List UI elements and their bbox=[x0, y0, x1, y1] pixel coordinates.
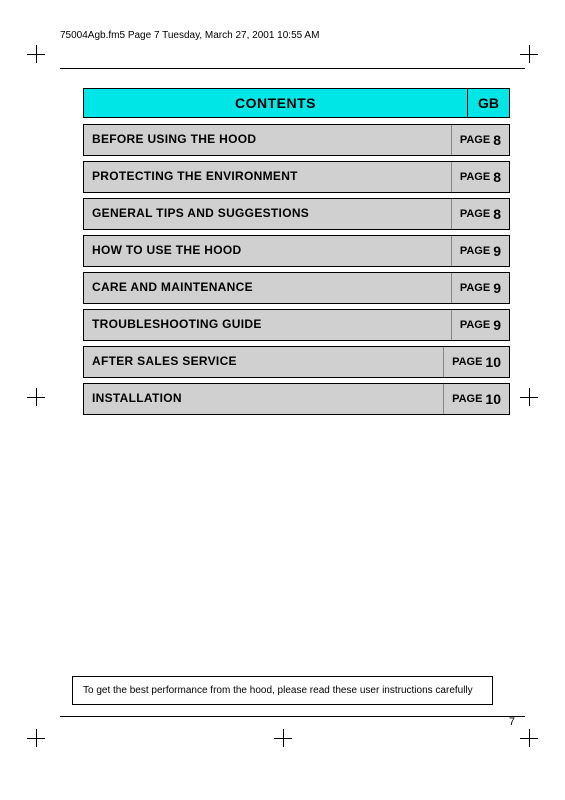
crosshair-top-right bbox=[520, 45, 538, 63]
crosshair-bottom-center bbox=[274, 729, 292, 747]
toc-label-4: CARE AND MAINTENANCE bbox=[84, 273, 451, 303]
toc-page-2: PAGE 8 bbox=[451, 199, 509, 229]
contents-header: CONTENTS GB bbox=[83, 88, 510, 118]
page: 75004Agb.fm5 Page 7 Tuesday, March 27, 2… bbox=[0, 0, 565, 800]
crosshair-mid-left bbox=[27, 388, 45, 406]
toc-page-num-7: 10 bbox=[485, 391, 501, 407]
toc-page-num-4: 9 bbox=[493, 280, 501, 296]
toc-row-1: PROTECTING THE ENVIRONMENTPAGE 8 bbox=[83, 161, 510, 193]
toc-row-4: CARE AND MAINTENANCEPAGE 9 bbox=[83, 272, 510, 304]
header-filename: 75004Agb.fm5 Page 7 Tuesday, March 27, 2… bbox=[60, 30, 319, 41]
toc-page-1: PAGE 8 bbox=[451, 162, 509, 192]
bottom-divider bbox=[60, 716, 525, 717]
toc-page-label-2: PAGE bbox=[460, 208, 490, 220]
toc-row-7: INSTALLATIONPAGE 10 bbox=[83, 383, 510, 415]
toc-page-4: PAGE 9 bbox=[451, 273, 509, 303]
toc-container: BEFORE USING THE HOODPAGE 8PROTECTING TH… bbox=[83, 124, 510, 420]
toc-row-5: TROUBLESHOOTING GUIDEPAGE 9 bbox=[83, 309, 510, 341]
toc-page-num-6: 10 bbox=[485, 354, 501, 370]
contents-gb-label: GB bbox=[467, 89, 509, 117]
toc-page-num-2: 8 bbox=[493, 206, 501, 222]
toc-page-label-3: PAGE bbox=[460, 245, 490, 257]
toc-label-1: PROTECTING THE ENVIRONMENT bbox=[84, 162, 451, 192]
toc-page-num-5: 9 bbox=[493, 317, 501, 333]
contents-title: CONTENTS bbox=[84, 89, 467, 117]
toc-page-label-0: PAGE bbox=[460, 134, 490, 146]
toc-page-num-3: 9 bbox=[493, 243, 501, 259]
footer-note-text: To get the best performance from the hoo… bbox=[83, 685, 473, 696]
crosshair-bottom-left bbox=[27, 729, 45, 747]
toc-label-2: GENERAL TIPS AND SUGGESTIONS bbox=[84, 199, 451, 229]
crosshair-mid-right bbox=[520, 388, 538, 406]
toc-label-0: BEFORE USING THE HOOD bbox=[84, 125, 451, 155]
toc-label-6: AFTER SALES SERVICE bbox=[84, 347, 443, 377]
toc-page-5: PAGE 9 bbox=[451, 310, 509, 340]
crosshair-bottom-right bbox=[520, 729, 538, 747]
toc-row-6: AFTER SALES SERVICEPAGE 10 bbox=[83, 346, 510, 378]
toc-row-2: GENERAL TIPS AND SUGGESTIONSPAGE 8 bbox=[83, 198, 510, 230]
toc-page-label-4: PAGE bbox=[460, 282, 490, 294]
toc-page-label-1: PAGE bbox=[460, 171, 490, 183]
header-text: 75004Agb.fm5 Page 7 Tuesday, March 27, 2… bbox=[60, 30, 525, 41]
crosshair-top-left bbox=[27, 45, 45, 63]
toc-page-label-7: PAGE bbox=[452, 393, 482, 405]
toc-row-0: BEFORE USING THE HOODPAGE 8 bbox=[83, 124, 510, 156]
footer-note: To get the best performance from the hoo… bbox=[72, 676, 493, 705]
toc-page-num-0: 8 bbox=[493, 132, 501, 148]
page-number: 7 bbox=[509, 716, 515, 728]
toc-page-7: PAGE 10 bbox=[443, 384, 509, 414]
toc-page-6: PAGE 10 bbox=[443, 347, 509, 377]
toc-label-3: HOW TO USE THE HOOD bbox=[84, 236, 451, 266]
toc-row-3: HOW TO USE THE HOODPAGE 9 bbox=[83, 235, 510, 267]
toc-page-num-1: 8 bbox=[493, 169, 501, 185]
toc-page-label-5: PAGE bbox=[460, 319, 490, 331]
toc-page-3: PAGE 9 bbox=[451, 236, 509, 266]
toc-page-label-6: PAGE bbox=[452, 356, 482, 368]
toc-page-0: PAGE 8 bbox=[451, 125, 509, 155]
toc-label-5: TROUBLESHOOTING GUIDE bbox=[84, 310, 451, 340]
toc-label-7: INSTALLATION bbox=[84, 384, 443, 414]
top-divider bbox=[60, 68, 525, 69]
content-area: CONTENTS GB BEFORE USING THE HOODPAGE 8P… bbox=[83, 88, 510, 420]
